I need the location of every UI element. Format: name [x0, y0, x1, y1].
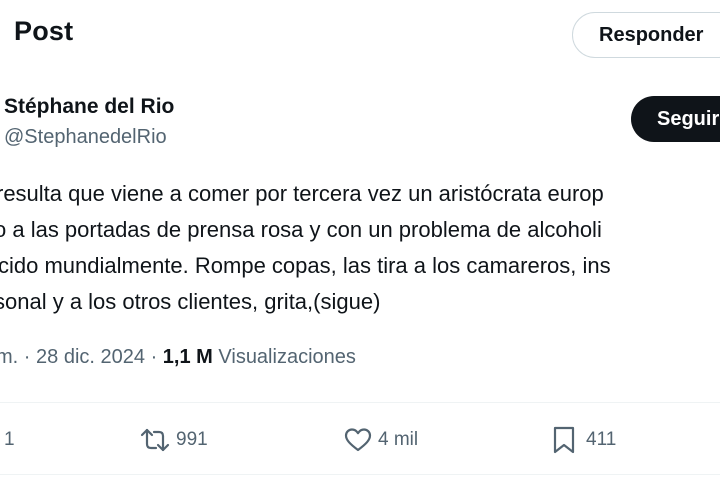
views-count: 1,1 M: [162, 346, 213, 368]
divider: [0, 402, 720, 403]
bookmark-action[interactable]: 411: [552, 420, 616, 460]
repost-count: 991: [176, 429, 208, 450]
reply-action[interactable]: 1: [0, 420, 15, 460]
tweet-meta: m. · 28 dic. 2024 · 1,1 M Visualizacione…: [0, 346, 356, 369]
tweet-text: resulta que viene a comer por tercera ve…: [0, 176, 720, 320]
author-handle[interactable]: @StephanedelRio: [4, 126, 167, 149]
repost-action[interactable]: 991: [140, 420, 208, 460]
bookmark-count: 411: [586, 429, 617, 450]
page-title: Post: [14, 16, 74, 46]
follow-button[interactable]: Seguir: [631, 96, 720, 142]
like-count: 4 mil: [378, 429, 419, 450]
like-action[interactable]: 4 mil: [344, 420, 418, 460]
repost-icon: [140, 427, 170, 453]
divider: [0, 474, 720, 475]
author-name[interactable]: Stéphane del Rio: [4, 95, 174, 119]
bookmark-icon: [552, 426, 576, 454]
reply-count: 1: [4, 429, 15, 450]
tweet-line: sonal y a los otros clientes, grita,(sig…: [0, 289, 381, 314]
tweet-line: o a las portadas de prensa rosa y con un…: [0, 217, 602, 242]
views-label: Visualizaciones: [218, 346, 356, 368]
post-time[interactable]: m.: [0, 346, 18, 368]
tweet-line: resulta que viene a comer por tercera ve…: [0, 181, 604, 206]
meta-separator: ·: [150, 346, 158, 368]
action-bar: 1 991 4 mil 411: [0, 420, 720, 460]
meta-separator: ·: [23, 346, 31, 368]
tweet-line: cido mundialmente. Rompe copas, las tira…: [0, 253, 611, 278]
heart-icon: [344, 427, 372, 453]
post-date[interactable]: 28 dic. 2024: [36, 346, 145, 368]
reply-button[interactable]: Responder: [572, 12, 720, 58]
